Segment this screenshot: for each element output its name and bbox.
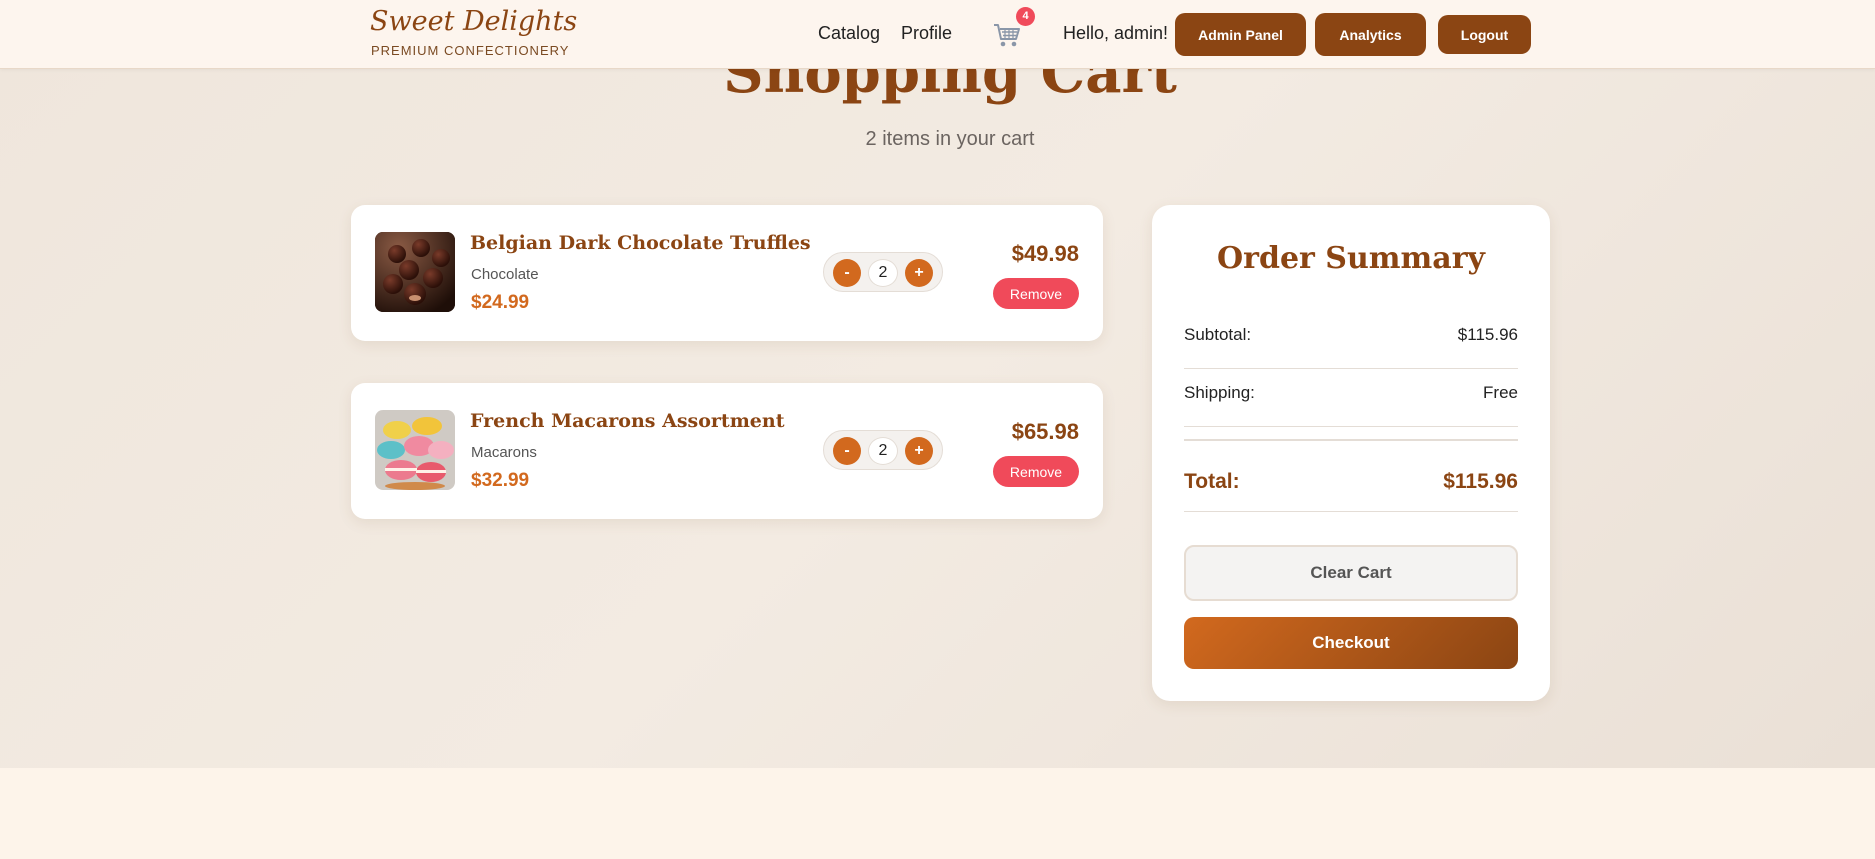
remove-button[interactable]: Remove xyxy=(993,456,1079,487)
admin-panel-button[interactable]: Admin Panel xyxy=(1175,13,1306,56)
item-line-total: $49.98 xyxy=(1011,241,1079,266)
nav-link-catalog[interactable]: Catalog xyxy=(818,23,880,44)
cart-count-subtitle: 2 items in your cart xyxy=(865,128,1035,150)
item-name[interactable]: French Macarons Assortment xyxy=(470,410,784,432)
decrement-button[interactable]: - xyxy=(833,437,861,465)
cart-count-badge: 4 xyxy=(1016,7,1035,26)
clear-cart-button[interactable]: Clear Cart xyxy=(1184,545,1518,601)
main-content: Shopping Cart 2 items in your cart Belgi… xyxy=(0,0,1875,768)
analytics-button[interactable]: Analytics xyxy=(1315,13,1426,56)
product-image-macarons xyxy=(375,410,455,490)
navbar: Sweet Delights PREMIUM CONFECTIONERY Cat… xyxy=(0,0,1875,69)
quantity-value: 2 xyxy=(868,437,898,465)
subtotal-row: Subtotal: $115.96 xyxy=(1184,325,1518,369)
cart-item: Belgian Dark Chocolate Truffles Chocolat… xyxy=(351,205,1103,341)
item-line-total: $65.98 xyxy=(1011,419,1079,444)
item-unit-price: $24.99 xyxy=(471,292,530,313)
item-category: Chocolate xyxy=(471,266,539,283)
total-label: Total: xyxy=(1184,470,1240,493)
item-category: Macarons xyxy=(471,444,537,461)
order-summary-title: Order Summary xyxy=(1217,241,1485,276)
brand-logo[interactable]: Sweet Delights xyxy=(370,6,577,37)
cart-item: French Macarons Assortment Macarons $32.… xyxy=(351,383,1103,519)
quantity-stepper: - 2 + xyxy=(823,252,943,292)
subtotal-value: $115.96 xyxy=(1457,325,1518,344)
divider xyxy=(1184,511,1518,512)
divider xyxy=(1184,439,1518,441)
subtotal-label: Subtotal: xyxy=(1184,325,1252,344)
item-name[interactable]: Belgian Dark Chocolate Truffles xyxy=(470,232,811,254)
shipping-value: Free xyxy=(1483,383,1518,402)
footer xyxy=(0,768,1875,859)
increment-button[interactable]: + xyxy=(905,437,933,465)
brand-tagline: PREMIUM CONFECTIONERY xyxy=(371,43,570,58)
logout-button[interactable]: Logout xyxy=(1438,15,1531,54)
nav-link-profile[interactable]: Profile xyxy=(901,23,952,44)
quantity-value: 2 xyxy=(868,259,898,287)
decrement-button[interactable]: - xyxy=(833,259,861,287)
shipping-row: Shipping: Free xyxy=(1184,383,1518,427)
item-unit-price: $32.99 xyxy=(471,470,530,491)
total-row: Total: $115.96 xyxy=(1184,470,1518,494)
remove-button[interactable]: Remove xyxy=(993,278,1079,309)
shipping-label: Shipping: xyxy=(1184,383,1255,402)
product-image-truffles xyxy=(375,232,455,312)
checkout-button[interactable]: Checkout xyxy=(1184,617,1518,669)
cart-icon[interactable] xyxy=(993,22,1021,48)
quantity-stepper: - 2 + xyxy=(823,430,943,470)
user-greeting: Hello, admin! xyxy=(1063,23,1169,43)
total-value: $115.96 xyxy=(1443,470,1518,493)
order-summary-panel: Order Summary Subtotal: $115.96 Shipping… xyxy=(1152,205,1550,701)
increment-button[interactable]: + xyxy=(905,259,933,287)
